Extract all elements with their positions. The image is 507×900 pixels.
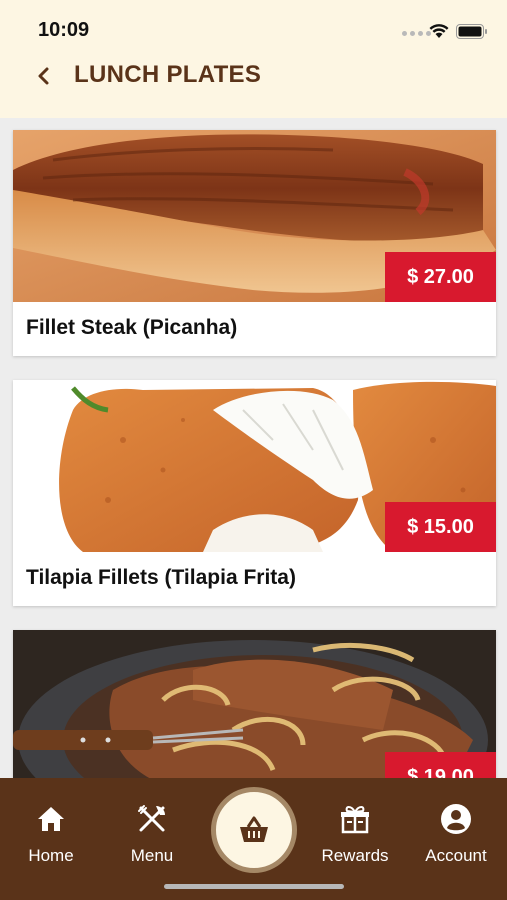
status-time: 10:09: [38, 19, 90, 41]
back-chevron-icon[interactable]: [32, 62, 56, 90]
wifi-icon: [429, 24, 449, 38]
tab-account-label: Account: [425, 846, 487, 865]
tab-menu[interactable]: Menu: [107, 802, 197, 866]
price-badge: $ 15.00: [385, 502, 496, 552]
tab-menu-label: Menu: [130, 846, 174, 865]
tab-account[interactable]: Account: [411, 802, 501, 866]
menu-item-card[interactable]: $ 19.00: [13, 630, 496, 778]
price-badge: $ 19.00: [385, 752, 496, 778]
menu-item-name: Fillet Steak (Picanha): [26, 316, 238, 339]
home-icon: [38, 807, 64, 831]
price-badge: $ 27.00: [385, 252, 496, 302]
basket-icon: [240, 816, 268, 842]
battery-icon: [456, 24, 487, 39]
menu-item-card[interactable]: $ 15.00 Tilapia Fillets (Tilapia Frita): [13, 380, 496, 606]
gift-icon: [341, 806, 369, 834]
menu-item-name: Tilapia Fillets (Tilapia Frita): [26, 566, 296, 589]
status-bar: 10:09: [0, 0, 507, 58]
cellular-signal-icon: [402, 31, 431, 36]
tab-rewards[interactable]: Rewards: [310, 802, 400, 866]
menu-item-card[interactable]: $ 27.00 Fillet Steak (Picanha): [13, 130, 496, 356]
menu-item-list[interactable]: $ 27.00 Fillet Steak (Picanha) $ 15.00 T…: [0, 118, 507, 778]
account-circle-icon: [441, 804, 471, 834]
home-indicator: [164, 884, 344, 889]
bottom-tab-bar: Home Menu Rewards Account: [0, 778, 507, 900]
app-header: 10:09 LUNCH PLATES: [0, 0, 507, 118]
cart-button[interactable]: [211, 787, 297, 873]
page-title: LUNCH PLATES: [74, 61, 262, 88]
tab-rewards-label: Rewards: [321, 846, 389, 865]
fork-knife-icon: [138, 805, 165, 832]
tab-home[interactable]: Home: [6, 802, 96, 866]
tab-home-label: Home: [28, 846, 74, 865]
